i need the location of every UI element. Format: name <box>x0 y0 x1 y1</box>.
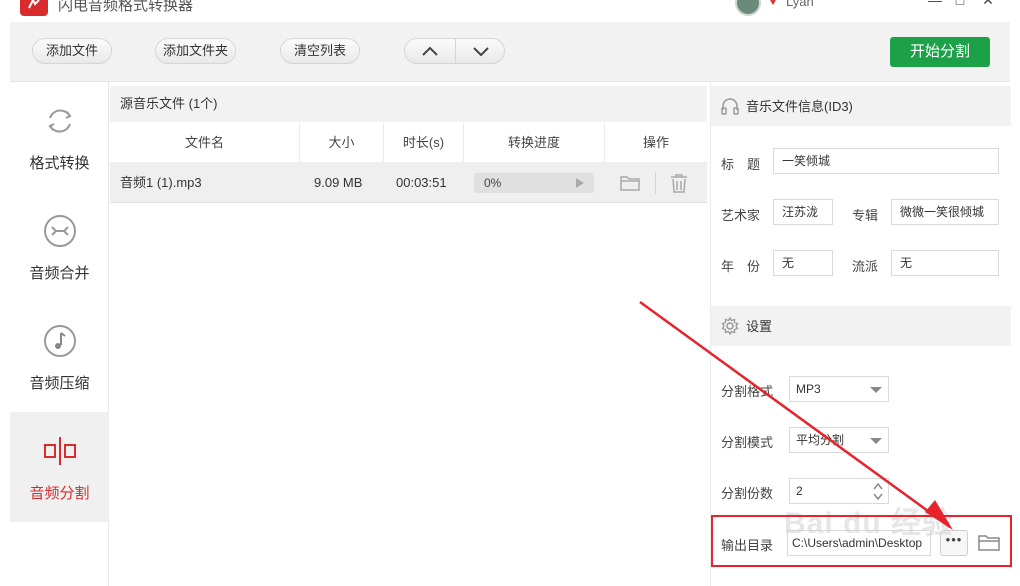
mode-value: 平均分割 <box>796 433 845 447</box>
title-label: 标 题 <box>721 157 761 172</box>
avatar[interactable] <box>735 0 761 16</box>
app-logo <box>20 0 48 16</box>
chevron-down-icon <box>870 438 882 444</box>
settings-title: 设置 <box>746 319 773 334</box>
genre-label: 流派 <box>852 259 879 274</box>
headphones-icon <box>721 98 739 115</box>
column-header-duration: 时长(s) <box>384 123 464 163</box>
close-button[interactable]: ✕ <box>978 0 998 8</box>
column-header-size: 大小 <box>300 123 384 163</box>
move-up-button[interactable] <box>405 39 455 63</box>
album-input[interactable]: 微微一笑很倾城 <box>891 199 999 225</box>
column-header-actions: 操作 <box>642 135 669 150</box>
merge-icon <box>44 215 76 247</box>
file-list-header: 源音乐文件 (1个) <box>110 86 707 122</box>
sidebar-item-audio-split[interactable]: 音频分割 <box>10 412 109 522</box>
settings-header: 设置 <box>711 306 1011 346</box>
split-icon <box>44 437 76 465</box>
sidebar-item-label: 格式转换 <box>29 155 90 172</box>
add-file-button[interactable]: 添加文件 <box>32 38 112 64</box>
sidebar-item-label: 音频压缩 <box>29 375 90 392</box>
sidebar-item-audio-compress[interactable]: 音频压缩 <box>10 302 109 412</box>
table-row[interactable]: 音频1 (1).mp3 9.09 MB 00:03:51 0% <box>110 163 707 203</box>
vip-icon <box>770 0 776 5</box>
year-input[interactable]: 无 <box>773 250 833 276</box>
gear-icon <box>721 316 739 336</box>
table-header: 文件名 大小 时长(s) 转换进度 操作 <box>110 123 707 163</box>
file-list: 源音乐文件 (1个) 文件名 大小 时长(s) 转换进度 操作 音频1 (1).… <box>110 82 707 586</box>
chevron-up-icon <box>422 46 438 56</box>
title-bar: 闪电音频格式转换器 Lyan — □ ✕ <box>0 0 1020 22</box>
highlight-box <box>711 515 1012 567</box>
play-icon[interactable] <box>576 178 584 188</box>
count-value: 2 <box>796 484 803 498</box>
mode-label: 分割模式 <box>721 435 774 450</box>
column-header-name: 文件名 <box>110 123 300 163</box>
column-header-progress: 转换进度 <box>464 123 605 163</box>
sidebar-item-audio-merge[interactable]: 音频合并 <box>10 192 109 302</box>
sidebar-item-format-convert[interactable]: 格式转换 <box>10 82 109 192</box>
progress-text: 0% <box>484 176 502 190</box>
file-name: 音频1 (1).mp3 <box>120 175 202 190</box>
format-label: 分割格式 <box>721 384 774 399</box>
divider <box>655 172 656 194</box>
sidebar-item-label: 音频合并 <box>29 265 90 282</box>
refresh-icon <box>48 109 72 133</box>
folder-icon[interactable] <box>619 173 641 193</box>
sidebar-item-label: 音频分割 <box>29 485 90 502</box>
format-select[interactable]: MP3 <box>789 376 889 402</box>
artist-input[interactable]: 汪苏泷 <box>773 199 833 225</box>
move-down-button[interactable] <box>456 39 504 63</box>
file-size: 9.09 MB <box>314 175 363 190</box>
id3-header: 音乐文件信息(ID3) <box>711 86 1011 126</box>
album-label: 专辑 <box>852 208 879 223</box>
chevron-down-icon <box>473 47 489 57</box>
id3-title: 音乐文件信息(ID3) <box>746 99 853 114</box>
title-input[interactable]: 一笑倾城 <box>773 148 999 174</box>
year-label: 年 份 <box>721 259 761 274</box>
artist-label: 艺术家 <box>721 208 761 223</box>
chevron-down-icon <box>870 387 882 393</box>
sidebar: 格式转换 音频合并 音频压缩 音频分割 <box>10 82 109 586</box>
progress-bar: 0% <box>474 173 594 193</box>
count-label: 分割份数 <box>721 486 774 501</box>
start-split-button[interactable]: 开始分割 <box>890 37 990 67</box>
chevron-up-icon[interactable] <box>872 481 884 491</box>
clear-list-button[interactable]: 清空列表 <box>280 38 360 64</box>
move-buttons <box>404 38 505 64</box>
app-title: 闪电音频格式转换器 <box>58 0 194 14</box>
format-value: MP3 <box>796 382 821 396</box>
add-folder-button[interactable]: 添加文件夹 <box>155 38 236 64</box>
minimize-button[interactable]: — <box>925 0 945 8</box>
genre-input[interactable]: 无 <box>891 250 999 276</box>
file-duration: 00:03:51 <box>396 175 447 190</box>
maximize-button[interactable]: □ <box>950 0 970 8</box>
toolbar: 添加文件 添加文件夹 清空列表 开始分割 <box>10 22 1010 82</box>
user-name[interactable]: Lyan <box>786 0 814 9</box>
mode-select[interactable]: 平均分割 <box>789 427 889 453</box>
music-note-icon <box>44 325 76 357</box>
trash-icon[interactable] <box>668 173 690 193</box>
